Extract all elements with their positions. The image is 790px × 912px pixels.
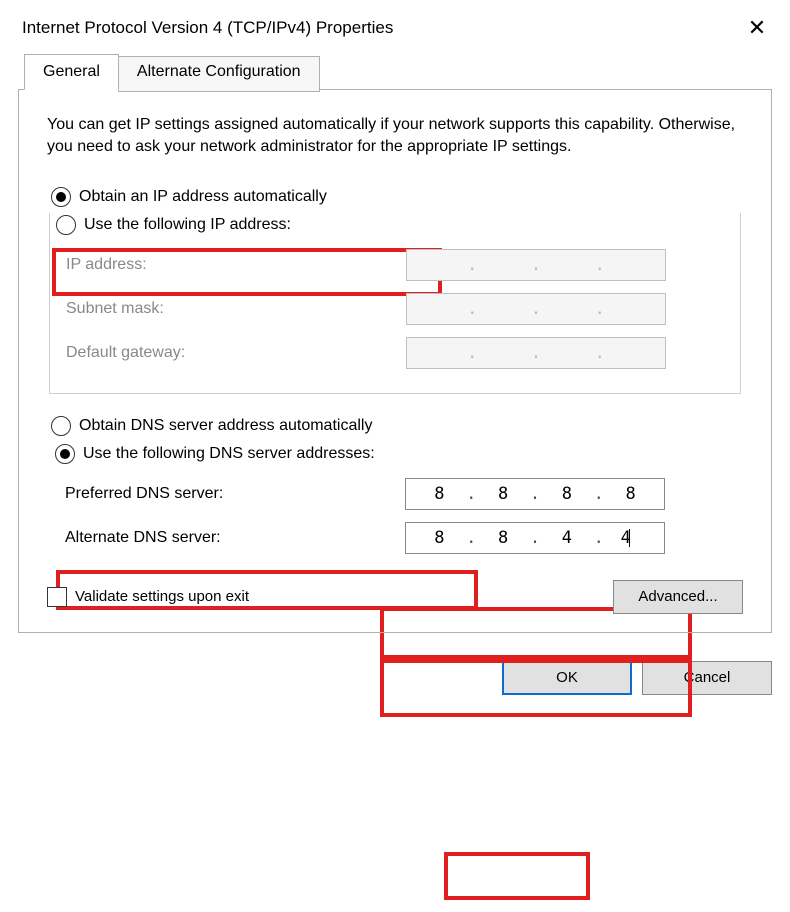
radio-icon xyxy=(51,187,71,207)
radio-icon xyxy=(55,444,75,464)
field-alternate-dns: Alternate DNS server: 8. 8. 4. 4 xyxy=(65,522,725,554)
description-text: You can get IP settings assigned automat… xyxy=(47,114,743,159)
cancel-button[interactable]: Cancel xyxy=(642,661,772,695)
field-subnet-mask: Subnet mask: . . . xyxy=(66,293,724,325)
advanced-button[interactable]: Advanced... xyxy=(613,580,743,614)
ip-address-input: . . . xyxy=(406,249,666,281)
ip-fieldset: Use the following IP address: IP address… xyxy=(49,213,741,394)
checkbox-icon xyxy=(47,587,67,607)
field-label: IP address: xyxy=(66,256,406,274)
tab-panel-general: You can get IP settings assigned automat… xyxy=(18,89,772,633)
annotation-highlight xyxy=(444,852,590,900)
checkbox-label: Validate settings upon exit xyxy=(75,588,249,605)
close-icon[interactable]: ✕ xyxy=(742,15,772,41)
default-gateway-input: . . . xyxy=(406,337,666,369)
dns-fieldset: Use the following DNS server addresses: … xyxy=(49,442,741,554)
radio-ip-manual[interactable]: Use the following IP address: xyxy=(52,213,724,237)
radio-label: Obtain DNS server address automatically xyxy=(79,417,372,435)
radio-dns-auto[interactable]: Obtain DNS server address automatically xyxy=(47,414,743,438)
field-label: Preferred DNS server: xyxy=(65,485,405,503)
validate-checkbox-row[interactable]: Validate settings upon exit xyxy=(47,587,249,607)
text-caret xyxy=(629,529,630,547)
radio-icon xyxy=(51,416,71,436)
tabstrip: General Alternate Configuration xyxy=(24,54,772,90)
field-label: Alternate DNS server: xyxy=(65,529,405,547)
field-label: Subnet mask: xyxy=(66,300,406,318)
panel-bottom-row: Validate settings upon exit Advanced... xyxy=(47,580,743,614)
radio-ip-auto[interactable]: Obtain an IP address automatically xyxy=(47,185,743,209)
radio-dns-manual[interactable]: Use the following DNS server addresses: xyxy=(51,442,725,466)
field-label: Default gateway: xyxy=(66,344,406,362)
preferred-dns-input[interactable]: 8. 8. 8. 8 xyxy=(405,478,665,510)
dialog-content: General Alternate Configuration You can … xyxy=(0,50,790,647)
subnet-mask-input: . . . xyxy=(406,293,666,325)
field-preferred-dns: Preferred DNS server: 8. 8. 8. 8 xyxy=(65,478,725,510)
radio-label: Obtain an IP address automatically xyxy=(79,188,327,206)
titlebar: Internet Protocol Version 4 (TCP/IPv4) P… xyxy=(0,0,790,50)
tab-general[interactable]: General xyxy=(24,54,119,90)
radio-label: Use the following IP address: xyxy=(84,216,291,234)
window-title: Internet Protocol Version 4 (TCP/IPv4) P… xyxy=(22,18,393,38)
alternate-dns-input[interactable]: 8. 8. 4. 4 xyxy=(405,522,665,554)
radio-icon xyxy=(56,215,76,235)
radio-label: Use the following DNS server addresses: xyxy=(83,445,375,463)
field-ip-address: IP address: . . . xyxy=(66,249,724,281)
field-default-gateway: Default gateway: . . . xyxy=(66,337,724,369)
ok-button[interactable]: OK xyxy=(502,661,632,695)
tab-alternate-configuration[interactable]: Alternate Configuration xyxy=(118,56,320,92)
dialog-buttons: OK Cancel xyxy=(0,647,790,699)
